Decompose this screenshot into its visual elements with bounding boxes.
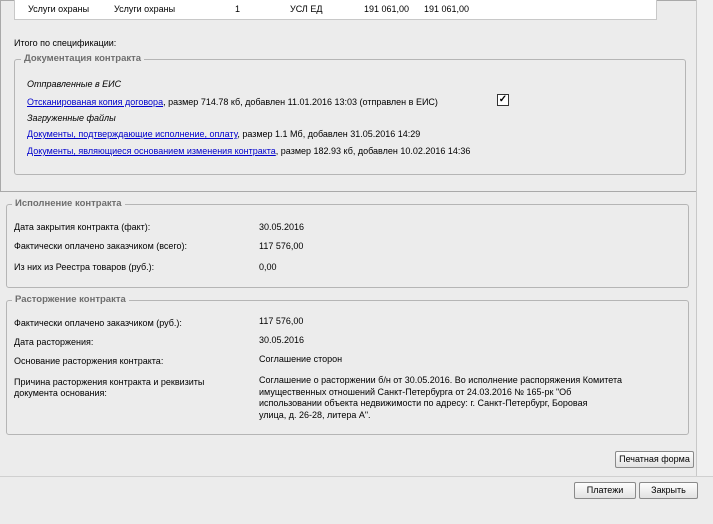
registry-label: Из них из Реестра товаров (руб.): [14, 262, 155, 272]
spec-total-label: Итого по спецификации: [14, 38, 117, 48]
execution-legend: Исполнение контракта [12, 198, 125, 209]
reason-line-1: Соглашение о расторжении б/н от 30.05.20… [259, 375, 623, 385]
close-date-value: 30.05.2016 [259, 222, 305, 232]
print-form-button[interactable]: Печатная форма [615, 451, 694, 468]
vertical-scrollbar[interactable] [696, 0, 713, 495]
termination-reason-value: Соглашение о расторжении б/н от 30.05.20… [259, 375, 622, 421]
spec-cell-total: 191 061,00 [424, 4, 470, 14]
termination-reason-label: Причина расторжения контракта и реквизит… [14, 377, 204, 399]
spec-cell-name: Услуги охраны [28, 4, 90, 14]
sent-heading: Отправленные в ЕИС [27, 79, 122, 89]
sent-file-entry: Отсканированая копия договора, размер 71… [27, 97, 438, 107]
spec-cell-type: Услуги охраны [114, 4, 176, 14]
termination-legend: Расторжение контракта [12, 294, 129, 305]
termination-basis-value: Соглашение сторон [259, 354, 343, 364]
change-basis-docs-link[interactable]: Документы, являющиеся основанием изменен… [27, 146, 276, 156]
loaded-heading: Загруженные файлы [27, 113, 116, 123]
sent-file-meta: , размер 714.78 кб, добавлен 11.01.2016 … [163, 97, 438, 107]
termination-paid-label: Фактически оплачено заказчиком (руб.): [14, 318, 182, 328]
reason-line-4: улица, д. 26-28, литера А". [259, 409, 371, 420]
close-date-label: Дата закрытия контракта (факт): [14, 222, 151, 232]
termination-paid-value: 117 576,00 [259, 316, 304, 326]
termination-date-label: Дата расторжения: [14, 337, 94, 347]
specification-table-row: Услуги охраны Услуги охраны 1 УСЛ ЕД 191… [14, 0, 657, 20]
payments-button[interactable]: Платежи [574, 482, 636, 499]
reason-label-line-2: документа основания: [14, 388, 107, 398]
execution-docs-link[interactable]: Документы, подтверждающие исполнение, оп… [27, 129, 237, 139]
termination-basis-label: Основание расторжения контракта: [14, 356, 164, 366]
file1-meta: , размер 1.1 Мб, добавлен 31.05.2016 14:… [237, 129, 421, 139]
reason-line-2: имущественных отношений Санкт-Петербурга… [259, 386, 572, 397]
spec-cell-price: 191 061,00 [364, 4, 410, 14]
registry-value: 0,00 [259, 262, 277, 272]
reason-line-3: использовании объекта недвижимости по ад… [259, 398, 588, 408]
sent-checkbox[interactable]: ✓ [497, 94, 509, 106]
close-button[interactable]: Закрыть [639, 482, 698, 499]
reason-label-line-1: Причина расторжения контракта и реквизит… [14, 377, 205, 387]
documentation-legend: Документация контракта [21, 53, 145, 64]
termination-date-value: 30.05.2016 [259, 335, 305, 345]
scanned-contract-link[interactable]: Отсканированая копия договора [27, 97, 163, 107]
spec-cell-quantity: 1 [235, 4, 241, 14]
file2-meta: , размер 182.93 кб, добавлен 10.02.2016 … [275, 146, 471, 156]
loaded-file-entry-1: Документы, подтверждающие исполнение, оп… [27, 129, 420, 139]
paid-total-label: Фактически оплачено заказчиком (всего): [14, 241, 188, 251]
spec-cell-unit: УСЛ ЕД [290, 4, 323, 14]
loaded-file-entry-2: Документы, являющиеся основанием изменен… [27, 146, 470, 156]
paid-total-value: 117 576,00 [259, 241, 304, 251]
